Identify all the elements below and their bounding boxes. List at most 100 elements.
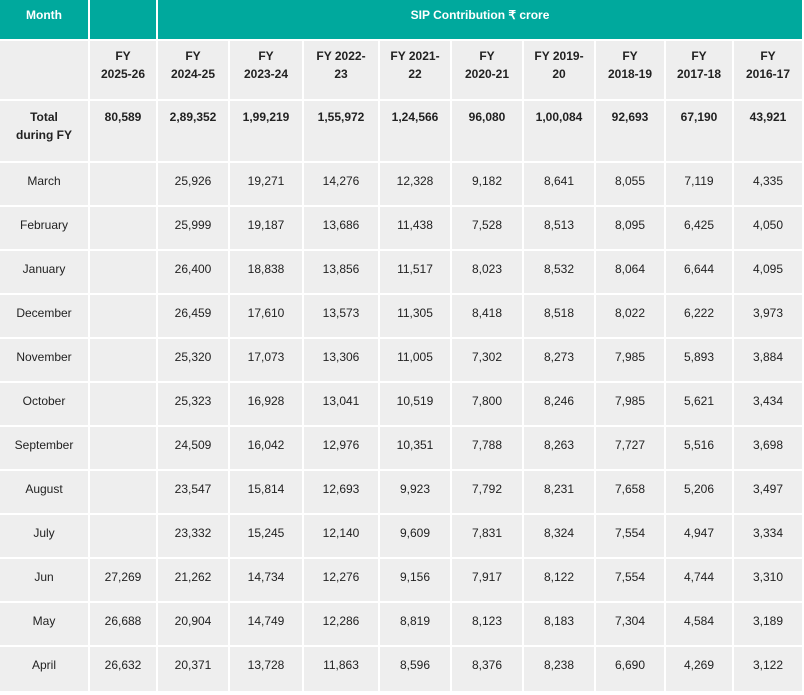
value-cell: 8,418: [452, 295, 522, 337]
value-cell: 21,262: [158, 559, 228, 601]
value-cell: 7,554: [596, 559, 664, 601]
value-cell: 4,744: [666, 559, 732, 601]
value-cell: 13,306: [304, 339, 378, 381]
value-cell: 8,532: [524, 251, 594, 293]
value-cell: 4,269: [666, 647, 732, 691]
value-cell: 8,819: [380, 603, 450, 645]
value-cell: [90, 427, 156, 469]
value-cell: 4,335: [734, 163, 802, 205]
value-cell: 7,554: [596, 515, 664, 557]
table-row: September 24,509 16,042 12,976 10,351 7,788 8,…: [0, 427, 802, 469]
value-cell: 8,123: [452, 603, 522, 645]
value-cell: 8,231: [524, 471, 594, 513]
value-cell: 3,334: [734, 515, 802, 557]
header-spacer: [90, 0, 156, 39]
value-cell: 16,042: [230, 427, 302, 469]
value-cell: 10,351: [380, 427, 450, 469]
value-cell: 7,917: [452, 559, 522, 601]
value-cell: 20,904: [158, 603, 228, 645]
month-cell: September: [0, 427, 88, 469]
value-cell: 6,690: [596, 647, 664, 691]
value-cell: 4,584: [666, 603, 732, 645]
value-cell: 11,863: [304, 647, 378, 691]
value-cell: 8,596: [380, 647, 450, 691]
fy-header-line2: 2024-25: [170, 67, 216, 81]
total-cell: 1,55,972: [304, 101, 378, 161]
value-cell: 5,206: [666, 471, 732, 513]
fy-header-line2: 23: [334, 67, 348, 81]
value-cell: 12,328: [380, 163, 450, 205]
value-cell: 8,641: [524, 163, 594, 205]
total-cell: 1,24,566: [380, 101, 450, 161]
value-cell: 3,310: [734, 559, 802, 601]
value-cell: 7,658: [596, 471, 664, 513]
table-row: January 26,400 18,838 13,856 11,517 8,023 8,53…: [0, 251, 802, 293]
month-cell: November: [0, 339, 88, 381]
value-cell: 7,985: [596, 383, 664, 425]
month-cell: October: [0, 383, 88, 425]
total-cell: 96,080: [452, 101, 522, 161]
value-cell: 7,792: [452, 471, 522, 513]
fy-header-line1: FY 2019-: [534, 49, 584, 63]
month-cell: January: [0, 251, 88, 293]
value-cell: 3,497: [734, 471, 802, 513]
value-cell: 8,263: [524, 427, 594, 469]
header-row-fy: FY 2025-26 FY 2024-25 FY 2023-24 FY 2022- 23 FY …: [0, 41, 802, 99]
value-cell: 6,644: [666, 251, 732, 293]
sip-contribution-table: Month SIP Contribution ₹ crore FY 2025-26…: [0, 0, 804, 693]
value-cell: 9,156: [380, 559, 450, 601]
month-cell: December: [0, 295, 88, 337]
value-cell: 12,140: [304, 515, 378, 557]
fy-column-header: FY 2018-19: [596, 41, 664, 99]
fy-column-header: FY 2024-25: [158, 41, 228, 99]
value-cell: 13,856: [304, 251, 378, 293]
value-cell: 24,509: [158, 427, 228, 469]
value-cell: 8,064: [596, 251, 664, 293]
value-cell: 25,320: [158, 339, 228, 381]
fy-column-header: FY 2025-26: [90, 41, 156, 99]
total-cell: 2,89,352: [158, 101, 228, 161]
month-cell: July: [0, 515, 88, 557]
value-cell: 7,528: [452, 207, 522, 249]
fy-header-line2: 2018-19: [607, 67, 653, 81]
value-cell: 3,434: [734, 383, 802, 425]
total-cell: 1,00,084: [524, 101, 594, 161]
value-cell: [90, 383, 156, 425]
fy-header-line2: 22: [408, 67, 422, 81]
value-cell: 7,985: [596, 339, 664, 381]
value-cell: 12,286: [304, 603, 378, 645]
value-cell: [90, 295, 156, 337]
fy-column-header: FY 2017-18: [666, 41, 732, 99]
fy-header-line1: FY: [760, 49, 776, 63]
value-cell: 8,238: [524, 647, 594, 691]
fy-header-line1: FY 2022-: [316, 49, 366, 63]
value-cell: 11,517: [380, 251, 450, 293]
value-cell: 20,371: [158, 647, 228, 691]
table-row: December 26,459 17,610 13,573 11,305 8,418 8,5…: [0, 295, 802, 337]
fy-header-line2: 2016-17: [745, 67, 791, 81]
value-cell: 15,814: [230, 471, 302, 513]
month-cell: April: [0, 647, 88, 691]
value-cell: 8,513: [524, 207, 594, 249]
value-cell: 25,999: [158, 207, 228, 249]
value-cell: 25,926: [158, 163, 228, 205]
value-cell: 11,438: [380, 207, 450, 249]
value-cell: 7,302: [452, 339, 522, 381]
value-cell: 5,621: [666, 383, 732, 425]
fy-header-blank: [0, 41, 88, 99]
value-cell: 13,686: [304, 207, 378, 249]
value-cell: 23,332: [158, 515, 228, 557]
value-cell: 7,304: [596, 603, 664, 645]
value-cell: 8,518: [524, 295, 594, 337]
total-row: Total during FY 80,589 2,89,352 1,99,219 1,…: [0, 101, 802, 161]
value-cell: [90, 515, 156, 557]
value-cell: 9,182: [452, 163, 522, 205]
fy-column-header: FY 2023-24: [230, 41, 302, 99]
month-cell: Jun: [0, 559, 88, 601]
value-cell: 14,749: [230, 603, 302, 645]
value-cell: 7,727: [596, 427, 664, 469]
sip-contribution-header: SIP Contribution ₹ crore: [158, 0, 802, 39]
value-cell: 14,734: [230, 559, 302, 601]
fy-header-line1: FY: [479, 49, 495, 63]
month-cell: May: [0, 603, 88, 645]
